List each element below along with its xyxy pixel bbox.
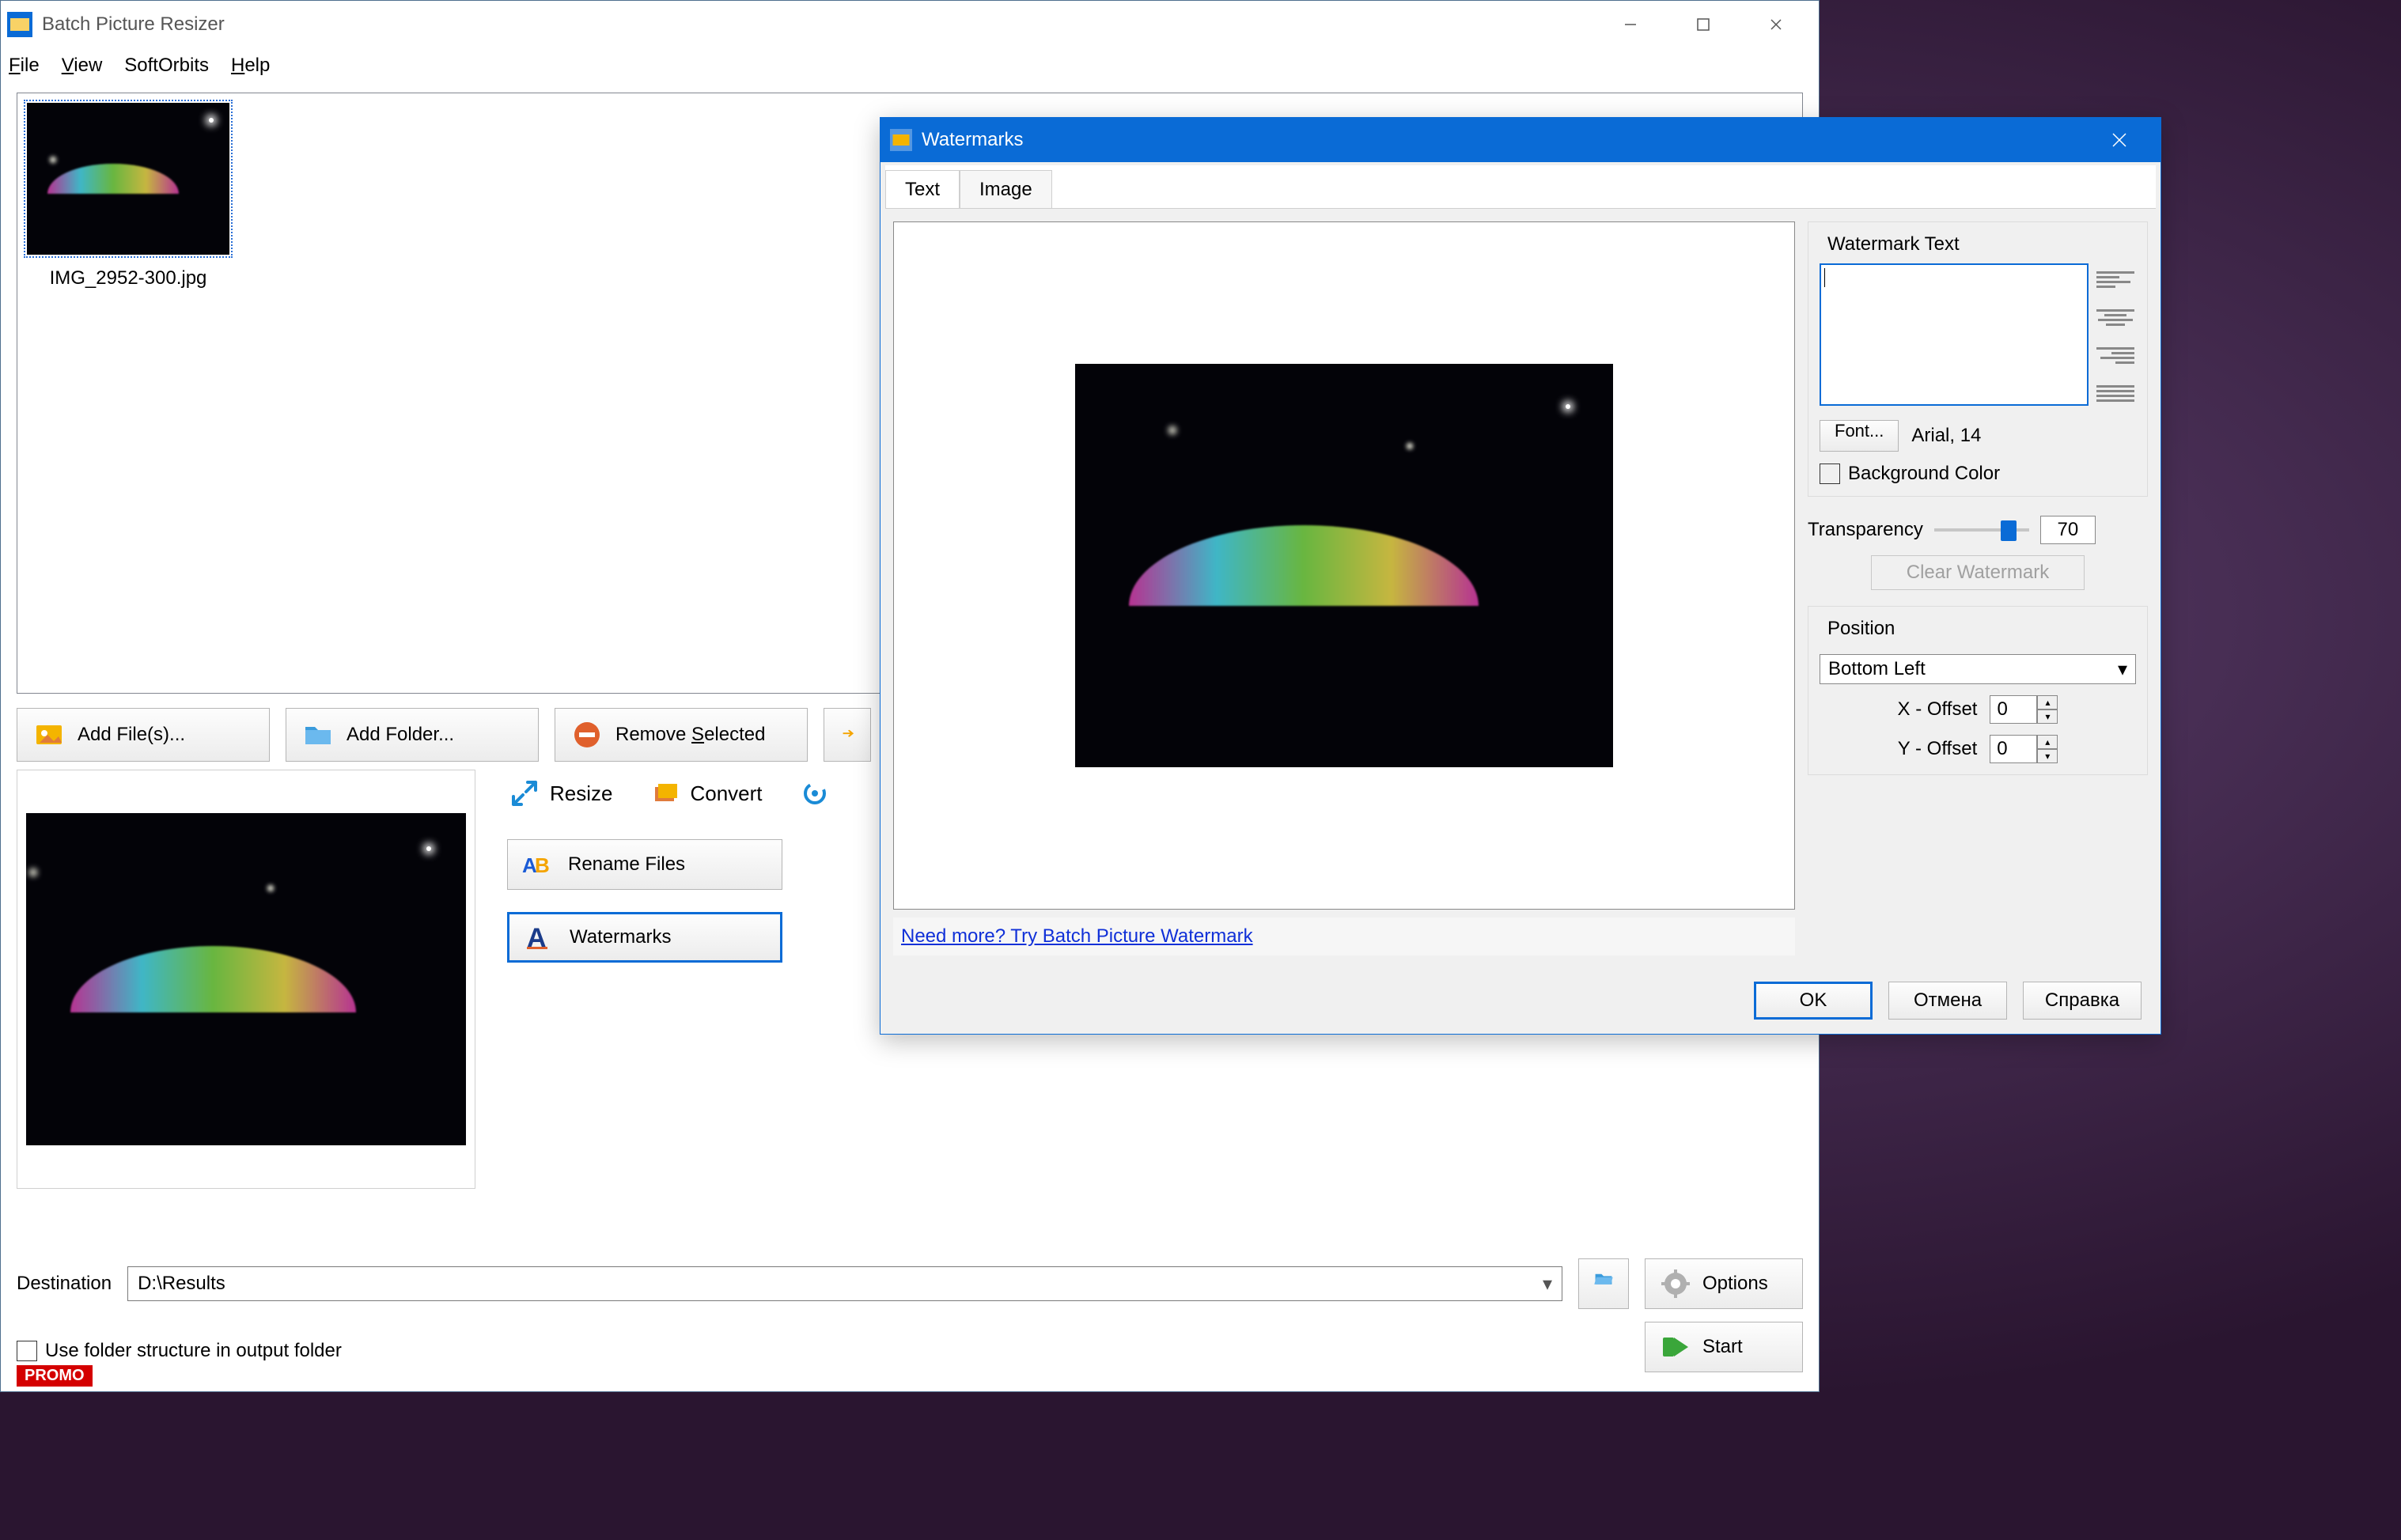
rename-files-button[interactable]: AB Rename Files <box>507 839 782 890</box>
watermark-text-input[interactable] <box>1820 263 2089 406</box>
promo-badge[interactable]: PROMO <box>17 1365 93 1387</box>
canvas-image <box>1075 364 1613 767</box>
options-button[interactable]: Options <box>1645 1258 1803 1309</box>
destination-combobox[interactable]: D:\Results ▾ <box>127 1266 1562 1301</box>
folder-icon <box>302 719 334 751</box>
font-button[interactable]: Font... <box>1820 420 1899 452</box>
watermarks-dialog: Watermarks Text Image Need more? Try Bat… <box>880 117 2161 1035</box>
destination-value: D:\Results <box>138 1273 225 1295</box>
spin-down-icon[interactable]: ▾ <box>2037 709 2058 724</box>
text-align-controls <box>2096 263 2136 409</box>
menu-file[interactable]: File <box>9 55 40 77</box>
upsell-link[interactable]: Need more? Try Batch Picture Watermark <box>901 925 1253 947</box>
browse-folder-button[interactable] <box>1578 1258 1629 1309</box>
spin-down-icon[interactable]: ▾ <box>2037 749 2058 763</box>
chevron-down-icon: ▾ <box>1543 1273 1552 1296</box>
refresh-icon <box>801 779 829 808</box>
dialog-title: Watermarks <box>922 129 1023 151</box>
watermark-icon: A <box>522 921 554 953</box>
extra-button[interactable] <box>824 708 871 762</box>
preview-panel <box>17 770 475 1189</box>
folder-structure-label: Use folder structure in output folder <box>45 1340 342 1362</box>
window-controls <box>1594 2 1812 47</box>
y-offset-label: Y - Offset <box>1898 738 1978 760</box>
menu-view[interactable]: View <box>62 55 103 77</box>
image-icon <box>33 719 65 751</box>
folder-structure-checkbox[interactable] <box>17 1341 37 1361</box>
close-button[interactable] <box>1740 2 1812 47</box>
font-display: Arial, 14 <box>1911 425 1981 447</box>
swap-icon <box>840 719 854 751</box>
maximize-button[interactable] <box>1667 2 1740 47</box>
dialog-titlebar: Watermarks <box>880 118 2161 162</box>
tab-convert[interactable]: Convert <box>631 770 781 817</box>
position-group-label: Position <box>1823 618 1899 640</box>
help-button[interactable]: Справка <box>2023 982 2142 1020</box>
ok-button[interactable]: OK <box>1754 982 1873 1020</box>
app-icon <box>7 12 32 37</box>
tab-image[interactable]: Image <box>960 170 1052 208</box>
tab-resize[interactable]: Resize <box>491 770 631 817</box>
thumbnail-item[interactable]: IMG_2952-300.jpg <box>24 100 233 289</box>
tab-more[interactable] <box>782 770 848 817</box>
destination-label: Destination <box>17 1273 112 1295</box>
convert-icon <box>650 779 679 808</box>
chevron-down-icon: ▾ <box>2118 658 2127 681</box>
align-justify-icon[interactable] <box>2096 377 2134 409</box>
spin-up-icon[interactable]: ▴ <box>2037 735 2058 749</box>
thumbnail-filename: IMG_2952-300.jpg <box>50 267 207 289</box>
x-offset-input[interactable]: 0 ▴▾ <box>1990 695 2058 724</box>
add-folder-button[interactable]: Add Folder... <box>286 708 539 762</box>
x-offset-label: X - Offset <box>1898 698 1978 721</box>
spin-up-icon[interactable]: ▴ <box>2037 695 2058 709</box>
align-left-icon[interactable] <box>2096 263 2134 295</box>
clear-watermark-button[interactable]: Clear Watermark <box>1871 555 2085 590</box>
background-color-label: Background Color <box>1848 463 2000 485</box>
watermark-preview-canvas <box>893 221 1795 910</box>
add-files-button[interactable]: Add File(s)... <box>17 708 270 762</box>
cancel-button[interactable]: Отмена <box>1888 982 2007 1020</box>
preview-image <box>26 813 466 1145</box>
start-button[interactable]: Start <box>1645 1322 1803 1372</box>
menubar: File View SoftOrbits Help <box>1 48 1819 83</box>
folder-open-icon <box>1593 1268 1614 1300</box>
titlebar: Batch Picture Resizer <box>1 1 1819 48</box>
transparency-value-input[interactable]: 70 <box>2040 516 2096 544</box>
rename-icon: AB <box>521 849 552 880</box>
resize-icon <box>510 779 539 808</box>
transparency-label: Transparency <box>1808 519 1923 541</box>
play-icon <box>1660 1331 1691 1363</box>
watermark-text-group-label: Watermark Text <box>1823 233 1964 255</box>
app-icon <box>890 129 912 151</box>
svg-text:B: B <box>535 853 550 877</box>
position-select[interactable]: Bottom Left ▾ <box>1820 654 2136 684</box>
dialog-close-button[interactable] <box>2088 118 2151 162</box>
transparency-slider[interactable] <box>1934 518 2029 542</box>
y-offset-input[interactable]: 0 ▴▾ <box>1990 735 2058 763</box>
window-title: Batch Picture Resizer <box>42 13 225 36</box>
menu-help[interactable]: Help <box>231 55 270 77</box>
menu-softorbits[interactable]: SoftOrbits <box>124 55 209 77</box>
background-color-checkbox[interactable] <box>1820 464 1840 484</box>
gear-icon <box>1660 1268 1691 1300</box>
minimize-button[interactable] <box>1594 2 1667 47</box>
watermarks-button[interactable]: A Watermarks <box>507 912 782 963</box>
align-center-icon[interactable] <box>2096 301 2134 333</box>
remove-selected-button[interactable]: Remove Selected <box>555 708 808 762</box>
dialog-tabs: Text Image <box>885 165 2156 209</box>
remove-icon <box>571 719 603 751</box>
thumbnail-image <box>27 103 229 255</box>
align-right-icon[interactable] <box>2096 339 2134 371</box>
tab-text[interactable]: Text <box>885 170 960 208</box>
